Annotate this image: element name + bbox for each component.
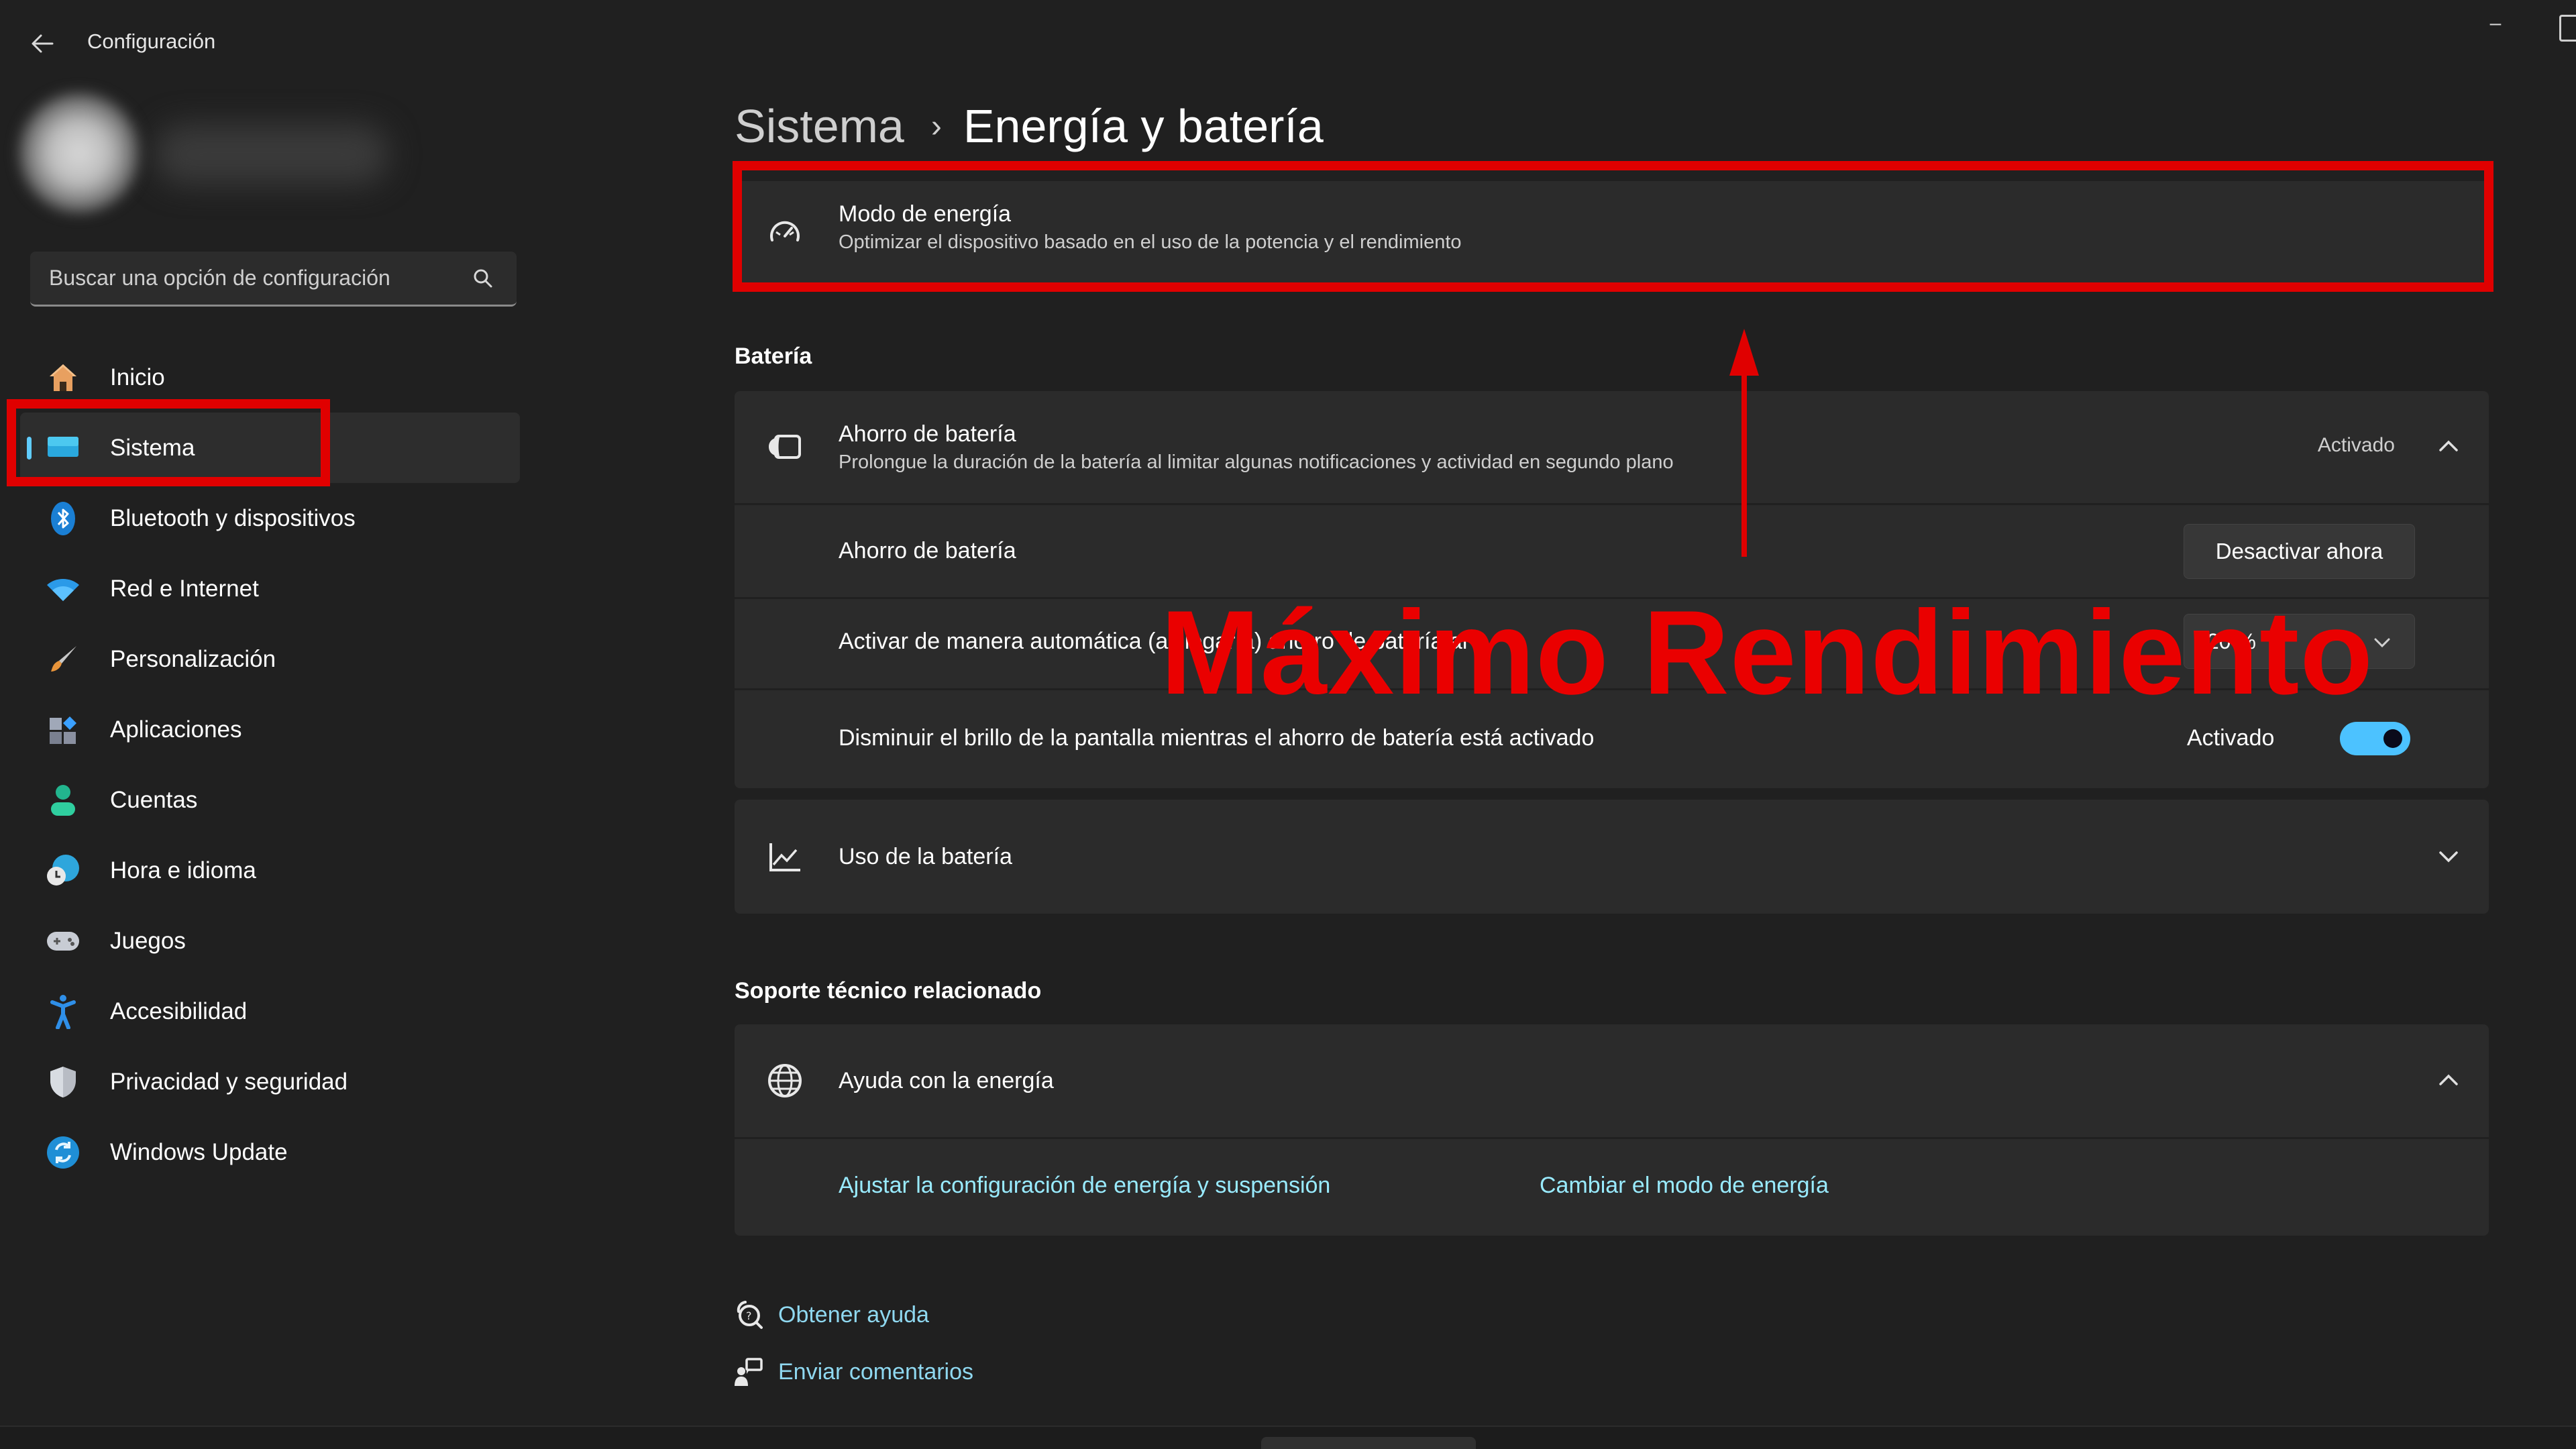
accessibility-icon: [46, 994, 80, 1029]
apps-icon: [46, 712, 80, 747]
sidebar-item-label: Hora e idioma: [110, 857, 256, 883]
sidebar-item-windows-update[interactable]: Windows Update: [20, 1117, 520, 1187]
battery-saver-icon: [765, 427, 805, 467]
search-icon[interactable]: [471, 266, 495, 290]
wifi-icon: [46, 572, 80, 606]
bluetooth-icon: [46, 501, 80, 536]
sidebar-item-hora[interactable]: Hora e idioma: [20, 835, 520, 906]
minimize-button[interactable]: –: [2479, 12, 2512, 39]
maximize-button[interactable]: [2559, 15, 2576, 42]
energy-help-header[interactable]: Ayuda con la energía: [735, 1024, 2489, 1137]
chevron-up-icon[interactable]: [2435, 433, 2462, 460]
profile-name-blurred: [154, 124, 389, 184]
clock-globe-icon: [46, 853, 80, 888]
battery-saver-header[interactable]: Ahorro de batería Prolongue la duración …: [735, 391, 2489, 503]
sidebar-item-label: Accesibilidad: [110, 998, 248, 1024]
battery-saver-subtitle: Prolongue la duración de la batería al l…: [839, 451, 1674, 473]
sidebar-item-juegos[interactable]: Juegos: [20, 906, 520, 976]
battery-usage-card[interactable]: Uso de la batería: [735, 800, 2489, 914]
link-power-sleep-settings[interactable]: Ajustar la configuración de energía y su…: [839, 1173, 1330, 1199]
battery-saver-row-label: Ahorro de batería: [839, 538, 1016, 564]
chevron-up-icon[interactable]: [2435, 1067, 2462, 1093]
page-title: Energía y batería: [963, 100, 1324, 152]
sidebar-item-label: Bluetooth y dispositivos: [110, 504, 356, 531]
send-feedback-link[interactable]: Enviar comentarios: [731, 1355, 973, 1389]
globe-help-icon: [765, 1061, 805, 1101]
sidebar-item-label: Privacidad y seguridad: [110, 1068, 348, 1095]
annotation-box-sistema: [7, 399, 330, 486]
sidebar-item-cuentas[interactable]: Cuentas: [20, 765, 520, 835]
get-help-icon: ?: [731, 1298, 765, 1332]
sidebar-item-label: Personalización: [110, 645, 276, 672]
dim-brightness-status: Activado: [2187, 725, 2275, 751]
sidebar-item-personalizacion[interactable]: Personalización: [20, 624, 520, 694]
avatar[interactable]: [19, 93, 140, 213]
toggle-knob: [2383, 729, 2402, 748]
energy-help-title: Ayuda con la energía: [839, 1068, 1054, 1093]
dim-brightness-toggle[interactable]: [2340, 722, 2410, 755]
gamepad-icon: [46, 924, 80, 959]
chevron-right-icon: ›: [930, 108, 942, 144]
sidebar-item-privacidad[interactable]: Privacidad y seguridad: [20, 1046, 520, 1117]
battery-usage-title: Uso de la batería: [839, 844, 1012, 869]
chevron-down-icon[interactable]: [2435, 843, 2462, 870]
deactivate-now-button[interactable]: Desactivar ahora: [2184, 524, 2415, 579]
sidebar-item-accesibilidad[interactable]: Accesibilidad: [20, 976, 520, 1046]
svg-text:?: ?: [746, 1309, 752, 1322]
minimize-icon: –: [2489, 12, 2502, 34]
annotation-box-power-mode: [733, 161, 2493, 292]
dim-brightness-label: Disminuir el brillo de la pantalla mient…: [839, 725, 1595, 751]
sidebar-item-label: Cuentas: [110, 786, 198, 813]
sync-icon: [46, 1135, 80, 1170]
send-feedback-label[interactable]: Enviar comentarios: [778, 1359, 973, 1385]
person-icon: [46, 783, 80, 818]
annotation-text: Máximo Rendimiento: [1161, 586, 2374, 719]
sidebar-item-label: Juegos: [110, 927, 186, 954]
app-title: Configuración: [87, 30, 216, 53]
taskbar-active-app[interactable]: [1261, 1437, 1476, 1449]
sidebar-item-bluetooth[interactable]: Bluetooth y dispositivos: [20, 483, 520, 553]
breadcrumb: Sistema › Energía y batería: [735, 99, 1324, 153]
annotation-arrow-up: [1729, 329, 1759, 557]
section-label-bateria: Batería: [735, 343, 812, 369]
home-icon: [46, 360, 80, 395]
arrow-left-icon: [32, 34, 54, 53]
sidebar-item-aplicaciones[interactable]: Aplicaciones: [20, 694, 520, 765]
sidebar-item-label: Aplicaciones: [110, 716, 242, 743]
shield-icon: [46, 1065, 80, 1099]
get-help-label[interactable]: Obtener ayuda: [778, 1302, 929, 1328]
back-button[interactable]: [25, 27, 59, 60]
feedback-icon: [731, 1355, 765, 1389]
paintbrush-icon: [46, 642, 80, 677]
line-chart-icon: [765, 837, 805, 877]
search-input[interactable]: [49, 266, 465, 290]
link-change-power-mode[interactable]: Cambiar el modo de energía: [1540, 1173, 1829, 1199]
energy-help-links-row: Ajustar la configuración de energía y su…: [735, 1139, 2489, 1236]
battery-saver-title: Ahorro de batería: [839, 421, 1016, 447]
sidebar-item-label: Red e Internet: [110, 575, 259, 602]
get-help-link[interactable]: ? Obtener ayuda: [731, 1298, 929, 1332]
section-label-soporte: Soporte técnico relacionado: [735, 978, 1042, 1004]
sidebar-item-label: Inicio: [110, 364, 165, 390]
battery-saver-status: Activado: [2317, 434, 2395, 456]
breadcrumb-parent[interactable]: Sistema: [735, 99, 904, 153]
sidebar-item-label: Windows Update: [110, 1138, 288, 1165]
sidebar-item-red[interactable]: Red e Internet: [20, 553, 520, 624]
search-box[interactable]: [30, 252, 517, 307]
